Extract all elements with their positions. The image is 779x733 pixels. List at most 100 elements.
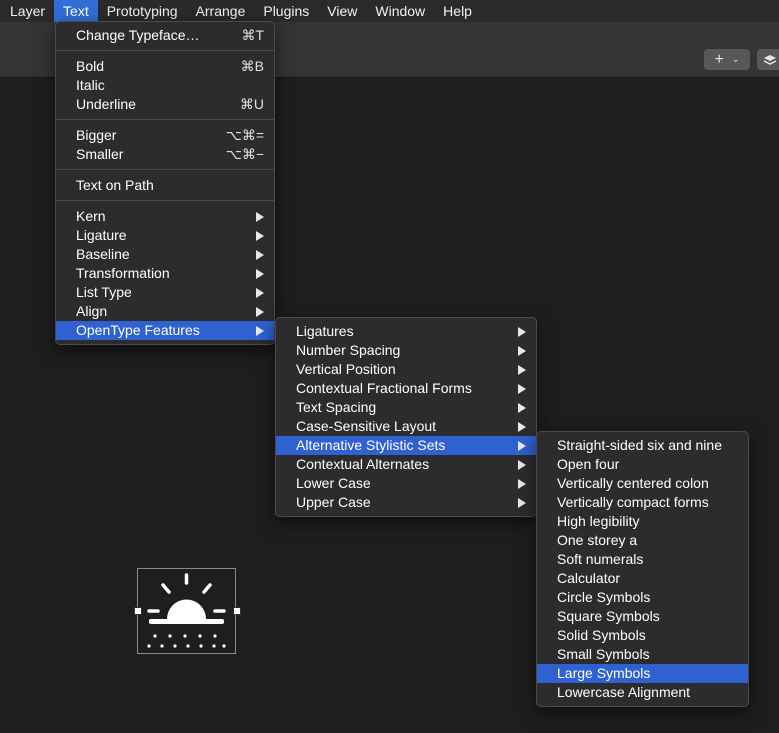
menu-item-label: Change Typeface…	[76, 27, 200, 43]
menu-item-label: One storey a	[557, 532, 638, 548]
menu-item-label: Contextual Alternates	[296, 456, 430, 472]
text-menu-item-baseline[interactable]: Baseline	[56, 245, 274, 264]
stylistic-item-straight-sided-six-and-nine[interactable]: Straight-sided six and nine	[537, 436, 748, 455]
text-menu-item-opentype-features[interactable]: OpenType Features	[56, 321, 274, 340]
submenu-arrow-icon	[518, 460, 526, 470]
menu-item-label: Number Spacing	[296, 342, 401, 358]
submenu-arrow-icon	[256, 326, 264, 336]
text-menu-item-transformation[interactable]: Transformation	[56, 264, 274, 283]
menubar-item-text[interactable]: Text	[54, 0, 98, 22]
text-menu-item-kern[interactable]: Kern	[56, 207, 274, 226]
resize-handle-right[interactable]	[233, 607, 241, 615]
menu-item-label: List Type	[76, 284, 132, 300]
menu-separator	[56, 169, 274, 170]
text-menu-item-change-typeface[interactable]: Change Typeface… ⌘T	[56, 26, 274, 45]
text-menu-item-ligature[interactable]: Ligature	[56, 226, 274, 245]
menu-item-label: Upper Case	[296, 494, 371, 510]
menu-item-label: Case-Sensitive Layout	[296, 418, 437, 434]
submenu-arrow-icon	[518, 327, 526, 337]
menu-item-label: Underline	[76, 96, 136, 112]
menu-item-shortcut: ⌘U	[239, 96, 264, 112]
stylistic-item-one-storey-a[interactable]: One storey a	[537, 531, 748, 550]
opentype-item-ligatures[interactable]: Ligatures	[276, 322, 536, 341]
text-menu-item-align[interactable]: Align	[56, 302, 274, 321]
opentype-item-alternative-stylistic-sets[interactable]: Alternative Stylistic Sets	[276, 436, 536, 455]
opentype-item-upper-case[interactable]: Upper Case	[276, 493, 536, 512]
menubar-item-layer[interactable]: Layer	[0, 0, 54, 22]
stylistic-sets-submenu: Straight-sided six and nine Open four Vert…	[536, 431, 749, 707]
stylistic-item-vertically-compact-forms[interactable]: Vertically compact forms	[537, 493, 748, 512]
menu-item-label: Baseline	[76, 246, 130, 262]
stylistic-item-high-legibility[interactable]: High legibility	[537, 512, 748, 531]
menubar-item-window[interactable]: Window	[366, 0, 434, 22]
opentype-item-vertical-position[interactable]: Vertical Position	[276, 360, 536, 379]
stylistic-item-large-symbols[interactable]: Large Symbols	[537, 664, 748, 683]
menu-item-label: OpenType Features	[76, 322, 200, 338]
submenu-arrow-icon	[256, 307, 264, 317]
submenu-arrow-icon	[256, 288, 264, 298]
menu-item-shortcut: ⌥⌘=	[225, 127, 264, 143]
resize-handle-left[interactable]	[134, 607, 142, 615]
submenu-arrow-icon	[518, 498, 526, 508]
opentype-item-case-sensitive-layout[interactable]: Case-Sensitive Layout	[276, 417, 536, 436]
submenu-arrow-icon	[256, 231, 264, 241]
menu-item-label: Text Spacing	[296, 399, 377, 415]
text-menu-item-list-type[interactable]: List Type	[56, 283, 274, 302]
opentype-item-number-spacing[interactable]: Number Spacing	[276, 341, 536, 360]
opentype-item-lower-case[interactable]: Lower Case	[276, 474, 536, 493]
menu-item-label: Lower Case	[296, 475, 371, 491]
menu-item-label: Text on Path	[76, 177, 154, 193]
stylistic-item-small-symbols[interactable]: Small Symbols	[537, 645, 748, 664]
menubar-item-plugins[interactable]: Plugins	[254, 0, 318, 22]
menu-item-label: Smaller	[76, 146, 124, 162]
opentype-features-submenu: Ligatures Number Spacing Vertical Position…	[275, 317, 537, 517]
menu-item-label: Lowercase Alignment	[557, 684, 691, 700]
menubar-item-prototyping[interactable]: Prototyping	[98, 0, 187, 22]
menu-item-label: Square Symbols	[557, 608, 660, 624]
text-menu-item-bold[interactable]: Bold ⌘B	[56, 57, 274, 76]
stylistic-item-solid-symbols[interactable]: Solid Symbols	[537, 626, 748, 645]
plus-icon: +	[714, 50, 724, 68]
menu-item-label: Soft numerals	[557, 551, 644, 567]
submenu-arrow-icon	[518, 346, 526, 356]
layers-button[interactable]	[757, 49, 779, 70]
menu-item-label: Contextual Fractional Forms	[296, 380, 472, 396]
text-menu-item-italic[interactable]: Italic	[56, 76, 274, 95]
stylistic-item-lowercase-alignment[interactable]: Lowercase Alignment	[537, 683, 748, 702]
stylistic-item-square-symbols[interactable]: Square Symbols	[537, 607, 748, 626]
opentype-item-text-spacing[interactable]: Text Spacing	[276, 398, 536, 417]
layers-icon	[763, 54, 777, 65]
opentype-item-contextual-fractional-forms[interactable]: Contextual Fractional Forms	[276, 379, 536, 398]
menu-item-label: Bold	[76, 58, 105, 74]
submenu-arrow-icon	[256, 269, 264, 279]
menubar-item-arrange[interactable]: Arrange	[187, 0, 255, 22]
text-menu-item-bigger[interactable]: Bigger ⌥⌘=	[56, 126, 274, 145]
stylistic-item-circle-symbols[interactable]: Circle Symbols	[537, 588, 748, 607]
menu-item-label: Vertical Position	[296, 361, 396, 377]
submenu-arrow-icon	[518, 479, 526, 489]
menu-item-shortcut: ⌘T	[241, 27, 264, 43]
submenu-arrow-icon	[256, 250, 264, 260]
menubar-item-help[interactable]: Help	[434, 0, 481, 22]
text-menu-item-smaller[interactable]: Smaller ⌥⌘−	[56, 145, 274, 164]
stylistic-item-calculator[interactable]: Calculator	[537, 569, 748, 588]
stylistic-item-open-four[interactable]: Open four	[537, 455, 748, 474]
menu-item-label: Straight-sided six and nine	[557, 437, 722, 453]
stylistic-item-vertically-centered-colon[interactable]: Vertically centered colon	[537, 474, 748, 493]
menu-item-label: Ligature	[76, 227, 127, 243]
menu-item-label: Ligatures	[296, 323, 354, 339]
sunset-icon	[147, 573, 226, 648]
opentype-item-contextual-alternates[interactable]: Contextual Alternates	[276, 455, 536, 474]
submenu-arrow-icon	[518, 441, 526, 451]
menu-separator	[56, 200, 274, 201]
menu-item-label: Vertically compact forms	[557, 494, 709, 510]
menu-bar: Layer Text Prototyping Arrange Plugins View Wi…	[0, 0, 779, 22]
stylistic-item-soft-numerals[interactable]: Soft numerals	[537, 550, 748, 569]
selected-layer-frame[interactable]	[137, 568, 236, 654]
submenu-arrow-icon	[518, 365, 526, 375]
submenu-arrow-icon	[518, 403, 526, 413]
menubar-item-view[interactable]: View	[318, 0, 366, 22]
text-menu-item-underline[interactable]: Underline ⌘U	[56, 95, 274, 114]
add-button[interactable]: + ⌄	[704, 49, 750, 70]
text-menu-item-text-on-path[interactable]: Text on Path	[56, 176, 274, 195]
